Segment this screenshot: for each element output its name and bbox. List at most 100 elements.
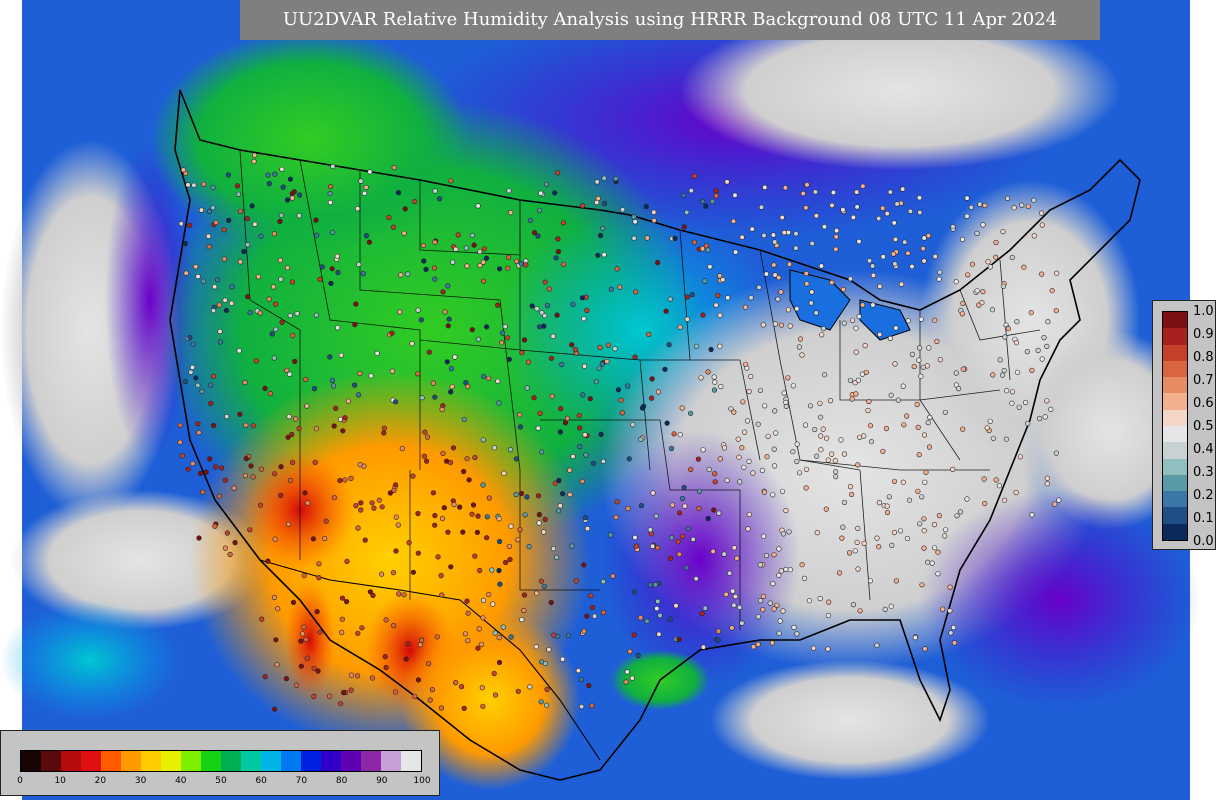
station-dot: [892, 236, 899, 242]
station-dot: [448, 366, 455, 372]
station-dot: [236, 348, 242, 354]
station-dot: [449, 384, 455, 390]
station-dot: [588, 592, 594, 599]
station-dot: [656, 631, 662, 637]
station-dot: [314, 608, 320, 615]
analysis-colorbar-tick: 100: [413, 776, 431, 786]
station-dot: [594, 179, 600, 185]
station-dot: [737, 479, 743, 485]
station-dot: [1048, 406, 1054, 413]
station-dot: [208, 382, 214, 388]
station-dot: [390, 224, 397, 230]
station-dot: [415, 510, 421, 517]
station-dot: [395, 522, 401, 528]
station-dot: [695, 456, 702, 462]
station-dot: [652, 582, 659, 588]
station-dot: [867, 578, 874, 584]
station-dot: [542, 660, 549, 667]
station-dot: [298, 638, 304, 644]
station-dot: [402, 206, 408, 212]
station-dot: [730, 588, 736, 594]
station-dot: [853, 391, 859, 397]
station-dot: [536, 324, 543, 330]
station-dot: [779, 488, 786, 494]
station-dot: [436, 196, 443, 202]
station-dot: [379, 571, 385, 577]
station-dot: [1025, 203, 1031, 209]
station-dot: [289, 279, 296, 285]
station-dot: [479, 685, 485, 691]
station-dot: [185, 466, 191, 472]
station-dot: [426, 349, 432, 355]
station-dot: [964, 496, 970, 502]
station-dot: [258, 233, 264, 239]
station-dot: [567, 467, 573, 473]
station-dot: [700, 198, 706, 205]
analysis-colorbar-tick: 80: [335, 776, 348, 786]
station-dot: [739, 234, 745, 240]
station-dot: [475, 513, 481, 519]
analysis-colorbar-tick: 30: [134, 776, 147, 786]
station-dot: [624, 669, 630, 675]
station-dot: [492, 630, 498, 636]
observation-colorbar-tick: 0.3: [1193, 465, 1214, 480]
station-dot: [311, 386, 318, 392]
station-dot: [866, 258, 873, 264]
station-dot: [786, 261, 793, 267]
station-dot: [278, 492, 284, 499]
station-dot: [702, 278, 708, 284]
station-dot: [518, 490, 525, 497]
station-dot: [981, 476, 987, 482]
station-dot: [1003, 436, 1010, 442]
station-dot: [542, 313, 548, 319]
station-dot: [420, 242, 427, 249]
station-dot: [950, 466, 956, 473]
station-dot: [560, 220, 567, 226]
station-dot: [294, 311, 300, 317]
station-dot: [993, 239, 999, 246]
station-dot: [604, 358, 610, 365]
station-dot: [577, 425, 583, 431]
station-dot: [1014, 319, 1020, 325]
station-dot: [496, 659, 503, 666]
station-dot: [484, 514, 490, 520]
station-dot: [234, 183, 241, 189]
station-dot: [631, 589, 638, 595]
station-dot: [761, 489, 768, 495]
station-dot: [432, 522, 438, 528]
station-dot: [960, 366, 966, 372]
station-dot: [758, 204, 765, 210]
station-dot: [296, 213, 302, 219]
station-dot: [892, 361, 898, 367]
station-dot: [852, 548, 858, 554]
observation-colorbar-tick: 0.8: [1193, 350, 1214, 365]
station-dot: [679, 405, 685, 411]
station-dot: [303, 376, 309, 383]
station-dot: [1002, 334, 1008, 340]
station-dot: [469, 327, 475, 333]
observation-colorbar-tick: 0.0: [1193, 534, 1214, 549]
analysis-colorbar-tick: 20: [94, 776, 107, 786]
station-dot: [272, 301, 279, 307]
station-dot: [782, 185, 789, 191]
station-dot: [304, 403, 310, 409]
station-dot: [353, 301, 359, 307]
station-dot: [947, 584, 953, 590]
station-dot: [613, 514, 619, 520]
station-dot: [398, 272, 404, 278]
station-dot: [341, 689, 347, 696]
station-dot: [823, 506, 829, 512]
station-dot: [826, 599, 832, 605]
station-dot: [937, 269, 943, 275]
station-dot: [559, 361, 565, 368]
station-dot: [190, 461, 196, 467]
station-dot: [890, 251, 897, 257]
station-dot: [272, 706, 278, 712]
station-dot: [817, 414, 824, 420]
station-dot: [809, 240, 815, 247]
station-dot: [513, 258, 520, 264]
station-dot: [667, 555, 674, 562]
station-dot: [470, 502, 477, 508]
station-dot: [897, 528, 904, 534]
station-dot: [651, 209, 657, 215]
